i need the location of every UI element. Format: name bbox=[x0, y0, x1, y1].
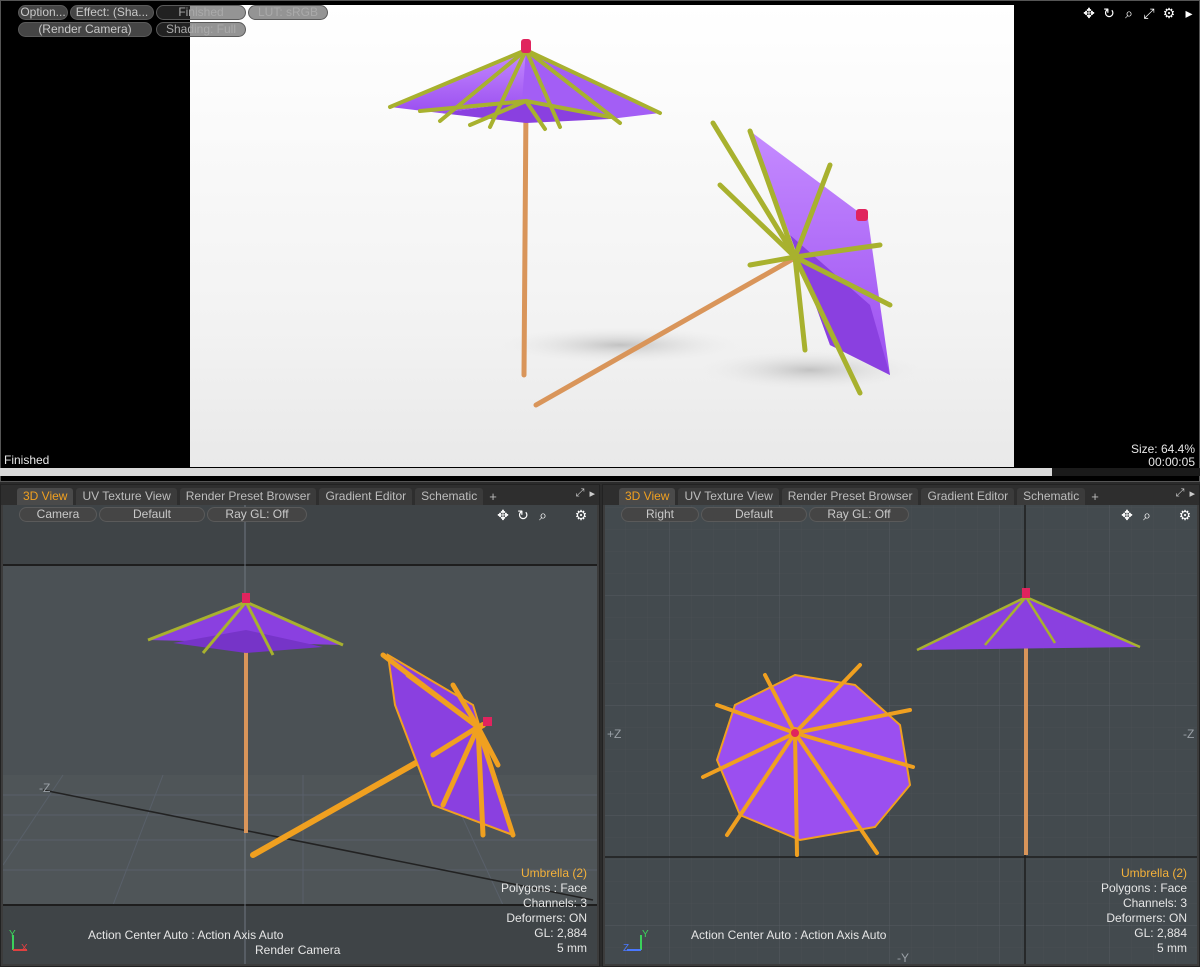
zoom-icon[interactable]: ⌕ bbox=[535, 507, 551, 523]
effect-dropdown[interactable]: Effect: (Sha... bbox=[70, 5, 154, 20]
right-ortho-viewport[interactable]: Right Default Ray GL: Off ✥ ⌕ ⚙ +Z -Z -Y… bbox=[605, 505, 1197, 964]
zoom-icon[interactable]: ⌕ bbox=[1121, 5, 1137, 21]
right-viewport-tools: ✥ ⌕ ⚙ bbox=[1119, 507, 1193, 523]
render-progress-bar bbox=[0, 468, 1200, 476]
left-viewport-panel: 3D View UV Texture View Render Preset Br… bbox=[0, 484, 600, 967]
gear-icon[interactable]: ⚙ bbox=[573, 507, 589, 523]
lut-dropdown[interactable]: LUT: sRGB bbox=[248, 5, 328, 20]
left-tabbar: 3D View UV Texture View Render Preset Br… bbox=[1, 485, 599, 505]
tab-3d-view[interactable]: 3D View bbox=[17, 488, 74, 505]
raygl-toggle[interactable]: Ray GL: Off bbox=[207, 507, 307, 522]
channels-label: Channels: 3 bbox=[1122, 896, 1187, 910]
tab-uv-texture-view[interactable]: UV Texture View bbox=[678, 488, 779, 505]
tab-render-preset-browser[interactable]: Render Preset Browser bbox=[781, 488, 919, 505]
scale-label: 5 mm bbox=[1157, 941, 1187, 955]
render-camera-dropdown[interactable]: (Render Camera) bbox=[18, 22, 152, 37]
standing-umbrella bbox=[388, 39, 662, 378]
right-viewport-panel: 3D View UV Texture View Render Preset Br… bbox=[602, 484, 1200, 967]
shading-dropdown[interactable]: Shading: Full bbox=[156, 22, 246, 37]
render-scene bbox=[388, 39, 920, 408]
camera-dropdown[interactable]: Camera bbox=[19, 507, 97, 522]
axis-label-neg-z: -Z bbox=[1183, 727, 1195, 741]
camera-name-label: Render Camera bbox=[255, 943, 341, 957]
right-tabbar: 3D View UV Texture View Render Preset Br… bbox=[603, 485, 1199, 505]
chevron-right-icon[interactable]: ▸ bbox=[1189, 487, 1195, 500]
tab-gradient-editor[interactable]: Gradient Editor bbox=[319, 488, 413, 505]
play-icon[interactable]: ▸ bbox=[1181, 5, 1197, 21]
tab-schematic[interactable]: Schematic bbox=[1017, 488, 1086, 505]
polygons-label: Polygons : Face bbox=[500, 881, 587, 895]
tab-3d-view[interactable]: 3D View bbox=[619, 488, 676, 505]
render-time-text: 00:00:05 bbox=[1148, 455, 1195, 469]
render-toolbar-icons: ✥ ↻ ⌕ ⤢ ⚙ ▸ bbox=[1081, 5, 1197, 21]
rotate-icon[interactable]: ↻ bbox=[1101, 5, 1117, 21]
left-tab-icons: ⤢ ▸ bbox=[576, 487, 595, 500]
selection-label: Umbrella (2) bbox=[520, 866, 587, 880]
render-status-text: Finished bbox=[4, 453, 50, 467]
left-3d-viewport[interactable]: Camera Default Ray GL: Off ✥ ↻ ⌕ ⚙ -Z Um… bbox=[3, 505, 597, 964]
render-image bbox=[190, 5, 1014, 467]
channels-label: Channels: 3 bbox=[522, 896, 587, 910]
polygons-label: Polygons : Face bbox=[1100, 881, 1187, 895]
tab-uv-texture-view[interactable]: UV Texture View bbox=[76, 488, 177, 505]
render-size-text: Size: 64.4% bbox=[1130, 442, 1195, 456]
zoom-icon[interactable]: ⌕ bbox=[1139, 507, 1155, 523]
tab-render-preset-browser[interactable]: Render Preset Browser bbox=[179, 488, 317, 505]
gl-label: GL: 2,884 bbox=[1134, 926, 1187, 940]
render-window: Option... Effect: (Sha... Finished LUT: … bbox=[0, 0, 1200, 482]
view-dropdown[interactable]: Right bbox=[621, 507, 699, 522]
left-viewport-tools: ✥ ↻ ⌕ ⚙ bbox=[495, 507, 589, 523]
render-progress-fill bbox=[0, 468, 1053, 476]
selection-label: Umbrella (2) bbox=[1120, 866, 1187, 880]
gizmo-y-label: Y bbox=[642, 929, 649, 940]
tab-gradient-editor[interactable]: Gradient Editor bbox=[921, 488, 1015, 505]
right-viewport-info: Umbrella (2) Polygons : Face Channels: 3… bbox=[1101, 866, 1187, 956]
axis-label-pos-z: +Z bbox=[607, 727, 622, 741]
rotate-icon[interactable]: ↻ bbox=[515, 507, 531, 523]
move-icon[interactable]: ✥ bbox=[1081, 5, 1097, 21]
move-icon[interactable]: ✥ bbox=[1119, 507, 1135, 523]
raygl-toggle[interactable]: Ray GL: Off bbox=[809, 507, 909, 522]
tab-schematic[interactable]: Schematic bbox=[415, 488, 484, 505]
add-tab-button[interactable]: + bbox=[486, 488, 500, 505]
gizmo-y-label: Y bbox=[9, 929, 16, 940]
maximize-icon[interactable]: ⤢ bbox=[1176, 487, 1185, 500]
add-tab-button[interactable]: + bbox=[1088, 488, 1102, 505]
fit-icon[interactable]: ⤢ bbox=[1141, 5, 1157, 21]
gear-icon[interactable]: ⚙ bbox=[1177, 507, 1193, 523]
move-icon[interactable]: ✥ bbox=[495, 507, 511, 523]
right-tab-icons: ⤢ ▸ bbox=[1176, 487, 1195, 500]
action-center-label: Action Center Auto : Action Axis Auto bbox=[88, 928, 284, 942]
options-button[interactable]: Option... bbox=[18, 5, 68, 20]
axis-label-neg-y: -Y bbox=[897, 951, 909, 964]
gizmo-x-label: X bbox=[21, 943, 28, 954]
maximize-icon[interactable]: ⤢ bbox=[576, 487, 585, 500]
deformers-label: Deformers: ON bbox=[1106, 911, 1187, 925]
gizmo-z-label: Z bbox=[623, 943, 630, 954]
shading-style-dropdown[interactable]: Default bbox=[99, 507, 205, 522]
gear-icon[interactable]: ⚙ bbox=[1161, 5, 1177, 21]
action-center-label: Action Center Auto : Action Axis Auto bbox=[691, 928, 887, 942]
scale-label: 5 mm bbox=[557, 941, 587, 955]
chevron-right-icon[interactable]: ▸ bbox=[589, 487, 595, 500]
render-status-button[interactable]: Finished bbox=[156, 5, 246, 20]
axis-label-neg-z: -Z bbox=[39, 781, 51, 795]
gl-label: GL: 2,884 bbox=[534, 926, 587, 940]
left-viewport-info: Umbrella (2) Polygons : Face Channels: 3… bbox=[501, 866, 587, 956]
shading-style-dropdown[interactable]: Default bbox=[701, 507, 807, 522]
deformers-label: Deformers: ON bbox=[506, 911, 587, 925]
